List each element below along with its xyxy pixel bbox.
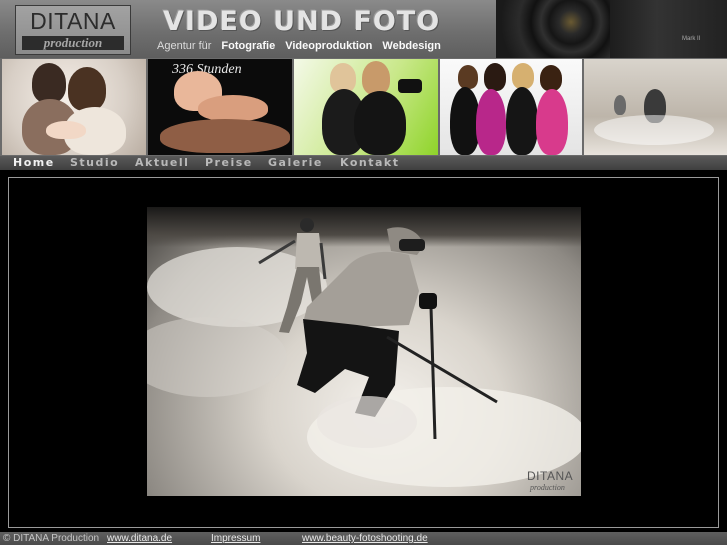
photo-family[interactable] (2, 59, 146, 155)
nav-studio[interactable]: Studio (70, 156, 119, 170)
logo-subtitle: production (43, 35, 103, 50)
footer: © DITANA Production www.ditana.de Impres… (0, 532, 727, 545)
nav-galerie[interactable]: Galerie (268, 156, 323, 170)
service-webdesign: Webdesign (382, 40, 441, 52)
photo-hairdressers[interactable] (294, 59, 438, 155)
footer-link-impressum[interactable]: Impressum (211, 532, 260, 545)
photo-group-women[interactable] (440, 59, 582, 155)
main-photo-skier (147, 207, 581, 496)
service-videoproduktion: Videoproduktion (285, 40, 373, 52)
photo-newborn[interactable]: 336 Stunden (148, 59, 292, 155)
footer-link-beauty-fotoshooting[interactable]: www.beauty-fotoshooting.de (302, 532, 428, 545)
main-navigation: Home Studio Aktuell Preise Galerie Konta… (0, 156, 727, 170)
tagline: Agentur für Fotografie Videoproduktion Webd… (157, 40, 441, 52)
photo-strip: 336 Stunden (0, 58, 727, 156)
nav-home[interactable]: Home (13, 156, 55, 170)
site-title: VIDEO UND FOTO (163, 6, 441, 37)
service-fotografie: Fotografie (221, 40, 276, 52)
watermark-logo: DITANA (527, 469, 574, 483)
camera-body-image (610, 0, 727, 58)
camera-model-label: Mark II (682, 36, 701, 42)
logo[interactable]: DITANA production (15, 5, 131, 55)
skier-illustration (147, 218, 581, 487)
copyright-text: © DITANA Production (3, 533, 100, 544)
photo-skiers[interactable] (584, 59, 727, 155)
tagline-lead: Agentur für (157, 40, 212, 52)
header: DITANA production VIDEO UND FOTO Agentur… (0, 0, 727, 58)
logo-subtitle-bar: production (22, 36, 124, 50)
nav-preise[interactable]: Preise (205, 156, 253, 170)
nav-aktuell[interactable]: Aktuell (135, 156, 189, 170)
nav-kontakt[interactable]: Kontakt (340, 156, 399, 170)
logo-text: DITANA (30, 8, 116, 34)
footer-link-ditana[interactable]: www.ditana.de (107, 532, 172, 545)
watermark-logo-sub: production (530, 483, 565, 492)
